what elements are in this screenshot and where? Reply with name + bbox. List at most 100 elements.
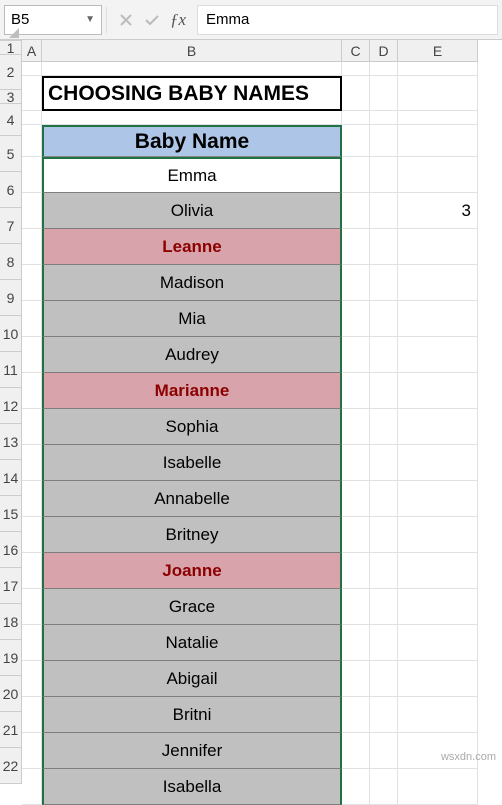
cell-B5[interactable]: Emma (42, 157, 342, 193)
cell-E1[interactable] (398, 62, 478, 76)
cell-B15[interactable]: Britney (42, 517, 342, 553)
cell-B11[interactable]: Marianne (42, 373, 342, 409)
col-header-B[interactable]: B (42, 40, 342, 62)
cell-D17[interactable] (370, 589, 398, 625)
row-header-11[interactable]: 11 (0, 352, 22, 388)
cell-C6[interactable] (342, 193, 370, 229)
cell-B14[interactable]: Annabelle (42, 481, 342, 517)
cell-A20[interactable] (22, 697, 42, 733)
cell-B9[interactable]: Mia (42, 301, 342, 337)
row-header-21[interactable]: 21 (0, 712, 22, 748)
cell-C9[interactable] (342, 301, 370, 337)
cell-E19[interactable] (398, 661, 478, 697)
cell-A8[interactable] (22, 265, 42, 301)
cell-C17[interactable] (342, 589, 370, 625)
cell-E7[interactable] (398, 229, 478, 265)
cell-B6[interactable]: Olivia (42, 193, 342, 229)
cell-C20[interactable] (342, 697, 370, 733)
row-header-16[interactable]: 16 (0, 532, 22, 568)
cell-C21[interactable] (342, 733, 370, 769)
cell-B12[interactable]: Sophia (42, 409, 342, 445)
cell-C5[interactable] (342, 157, 370, 193)
cell-E6[interactable]: 3 (398, 193, 478, 229)
cell-A21[interactable] (22, 733, 42, 769)
cell-D3[interactable] (370, 111, 398, 125)
cell-A9[interactable] (22, 301, 42, 337)
cell-A16[interactable] (22, 553, 42, 589)
cell-A1[interactable] (22, 62, 42, 76)
cell-A14[interactable] (22, 481, 42, 517)
cell-A17[interactable] (22, 589, 42, 625)
cell-E13[interactable] (398, 445, 478, 481)
cell-E11[interactable] (398, 373, 478, 409)
cell-D11[interactable] (370, 373, 398, 409)
row-header-20[interactable]: 20 (0, 676, 22, 712)
cell-D8[interactable] (370, 265, 398, 301)
col-header-C[interactable]: C (342, 40, 370, 62)
cell-B7[interactable]: Leanne (42, 229, 342, 265)
cell-E12[interactable] (398, 409, 478, 445)
cell-C22[interactable] (342, 769, 370, 805)
row-header-17[interactable]: 17 (0, 568, 22, 604)
enter-icon[interactable] (141, 9, 163, 31)
cell-B8[interactable]: Madison (42, 265, 342, 301)
cell-E4[interactable] (398, 125, 478, 157)
cell-C11[interactable] (342, 373, 370, 409)
row-header-15[interactable]: 15 (0, 496, 22, 532)
cell-A2[interactable] (22, 76, 42, 111)
cell-C18[interactable] (342, 625, 370, 661)
cell-D21[interactable] (370, 733, 398, 769)
row-header-13[interactable]: 13 (0, 424, 22, 460)
cell-A11[interactable] (22, 373, 42, 409)
cell-B13[interactable]: Isabelle (42, 445, 342, 481)
cell-D2[interactable] (370, 76, 398, 111)
cell-D19[interactable] (370, 661, 398, 697)
cell-D22[interactable] (370, 769, 398, 805)
cell-D20[interactable] (370, 697, 398, 733)
row-header-5[interactable]: 5 (0, 136, 22, 172)
cell-C12[interactable] (342, 409, 370, 445)
col-header-E[interactable]: E (398, 40, 478, 62)
cell-C16[interactable] (342, 553, 370, 589)
cell-A5[interactable] (22, 157, 42, 193)
cell-A13[interactable] (22, 445, 42, 481)
cell-D4[interactable] (370, 125, 398, 157)
cell-E10[interactable] (398, 337, 478, 373)
cell-E20[interactable] (398, 697, 478, 733)
cell-E9[interactable] (398, 301, 478, 337)
row-header-10[interactable]: 10 (0, 316, 22, 352)
cell-E22[interactable] (398, 769, 478, 805)
row-header-19[interactable]: 19 (0, 640, 22, 676)
row-header-4[interactable]: 4 (0, 104, 22, 136)
cell-C7[interactable] (342, 229, 370, 265)
cancel-icon[interactable] (115, 9, 137, 31)
cell-B10[interactable]: Audrey (42, 337, 342, 373)
select-all-corner[interactable] (0, 40, 22, 41)
cell-B22[interactable]: Isabella (42, 769, 342, 805)
row-header-9[interactable]: 9 (0, 280, 22, 316)
cell-D14[interactable] (370, 481, 398, 517)
cell-A10[interactable] (22, 337, 42, 373)
row-header-7[interactable]: 7 (0, 208, 22, 244)
cell-D1[interactable] (370, 62, 398, 76)
row-header-3[interactable]: 3 (0, 90, 22, 104)
cell-A15[interactable] (22, 517, 42, 553)
cell-A19[interactable] (22, 661, 42, 697)
cell-C2[interactable] (342, 76, 370, 111)
cell-A3[interactable] (22, 111, 42, 125)
cell-D9[interactable] (370, 301, 398, 337)
cells-area[interactable]: CHOOSING BABY NAMES Baby NameEmmaOlivia 3 L… (22, 62, 502, 805)
cell-A4[interactable] (22, 125, 42, 157)
col-header-D[interactable]: D (370, 40, 398, 62)
cell-B16[interactable]: Joanne (42, 553, 342, 589)
cell-C8[interactable] (342, 265, 370, 301)
cell-D18[interactable] (370, 625, 398, 661)
cell-D15[interactable] (370, 517, 398, 553)
cell-C1[interactable] (342, 62, 370, 76)
cell-B4[interactable]: Baby Name (42, 125, 342, 157)
cell-D7[interactable] (370, 229, 398, 265)
cell-C4[interactable] (342, 125, 370, 157)
row-header-22[interactable]: 22 (0, 748, 22, 784)
cell-B2[interactable]: CHOOSING BABY NAMES (42, 76, 342, 111)
cell-E2[interactable] (398, 76, 478, 111)
